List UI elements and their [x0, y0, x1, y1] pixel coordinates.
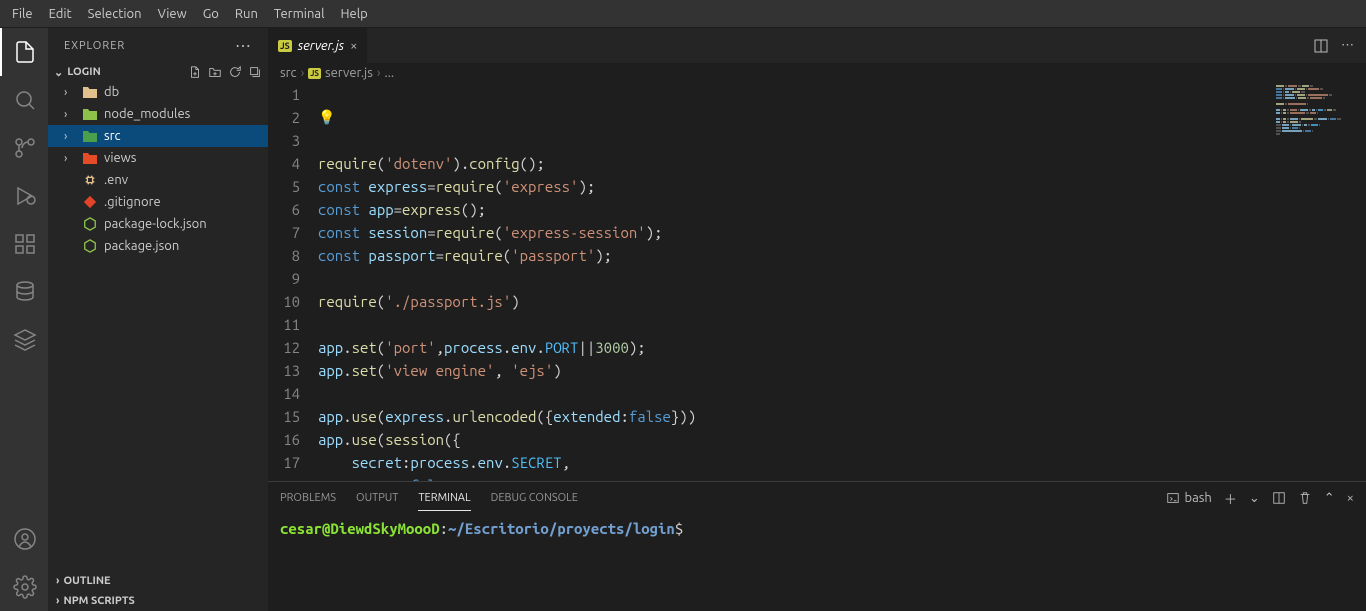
terminal-user: cesar@DiewdSkyMoooD [280, 520, 440, 537]
code-editor[interactable]: 1234567891011121314151617 💡 require('dot… [268, 83, 1366, 481]
breadcrumb-item[interactable]: src [280, 66, 297, 80]
tree-item-package-lock-json[interactable]: package-lock.json [48, 213, 268, 235]
collapse-all-icon[interactable] [248, 65, 262, 79]
terminal-path: ~/Escritorio/proyects/login [448, 520, 675, 537]
layers-icon[interactable] [0, 316, 48, 364]
source-control-icon[interactable] [0, 124, 48, 172]
extensions-icon[interactable] [0, 220, 48, 268]
activity-bar [0, 28, 48, 611]
close-panel-icon[interactable]: × [1347, 491, 1354, 505]
tab-label: server.js [298, 39, 344, 53]
terminal-dropdown-icon[interactable]: ⌄ [1249, 491, 1260, 506]
tree-item--env[interactable]: .env [48, 169, 268, 191]
new-terminal-icon[interactable]: ＋ [1224, 489, 1237, 508]
tree-item-views[interactable]: ›views [48, 147, 268, 169]
editor-area: JS server.js × ⋯ src › JS server.js › ..… [268, 28, 1366, 611]
split-terminal-icon[interactable] [1272, 491, 1286, 505]
menu-terminal[interactable]: Terminal [266, 3, 333, 25]
chevron-up-icon[interactable]: ⌃ [1324, 491, 1335, 506]
chevron-right-icon: › [56, 595, 59, 607]
npm-scripts-label: NPM SCRIPTS [63, 595, 134, 607]
account-icon[interactable] [0, 515, 48, 563]
refresh-icon[interactable] [228, 65, 242, 79]
outline-label: OUTLINE [63, 575, 110, 587]
sidebar: EXPLORER ⋯ ⌄ LOGIN ›db›node_modules›src›… [48, 28, 268, 611]
npm-scripts-section[interactable]: › NPM SCRIPTS [48, 591, 268, 611]
menu-selection[interactable]: Selection [80, 3, 150, 25]
breadcrumb-item[interactable]: server.js [325, 66, 373, 80]
more-icon[interactable]: ⋯ [1341, 38, 1354, 53]
workspace-folder-name: LOGIN [67, 66, 101, 78]
shell-name: bash [1184, 491, 1211, 505]
new-folder-icon[interactable] [208, 65, 222, 79]
tree-item-node_modules[interactable]: ›node_modules [48, 103, 268, 125]
menu-run[interactable]: Run [227, 3, 266, 25]
terminal[interactable]: cesar@DiewdSkyMoooD:~/Escritorio/proyect… [268, 514, 1366, 611]
shell-indicator[interactable]: bash [1166, 491, 1211, 505]
explorer-icon[interactable] [0, 28, 48, 76]
settings-icon[interactable] [0, 563, 48, 611]
editor-tabs: JS server.js × ⋯ [268, 28, 1366, 63]
panel-tab-problems[interactable]: PROBLEMS [280, 486, 336, 510]
menu-go[interactable]: Go [195, 3, 227, 25]
sidebar-more-icon[interactable]: ⋯ [235, 36, 252, 55]
trash-icon[interactable] [1298, 491, 1312, 505]
lightbulb-icon[interactable]: 💡 [318, 106, 335, 129]
menu-help[interactable]: Help [332, 3, 375, 25]
js-icon: JS [308, 68, 321, 79]
panel-tab-debug-console[interactable]: DEBUG CONSOLE [491, 486, 578, 510]
outline-section[interactable]: › OUTLINE [48, 571, 268, 591]
breadcrumb-item[interactable]: ... [385, 66, 395, 80]
panel-tab-output[interactable]: OUTPUT [356, 486, 398, 510]
new-file-icon[interactable] [188, 65, 202, 79]
split-editor-icon[interactable] [1313, 38, 1329, 54]
database-icon[interactable] [0, 268, 48, 316]
tree-item--gitignore[interactable]: .gitignore [48, 191, 268, 213]
run-debug-icon[interactable] [0, 172, 48, 220]
tab-server-js[interactable]: JS server.js × [268, 28, 368, 63]
menu-view[interactable]: View [150, 3, 195, 25]
menu-edit[interactable]: Edit [41, 3, 80, 25]
breadcrumb[interactable]: src › JS server.js › ... [268, 63, 1366, 83]
tree-item-package-json[interactable]: package.json [48, 235, 268, 257]
bottom-panel: PROBLEMS OUTPUT TERMINAL DEBUG CONSOLE bash… [268, 481, 1366, 611]
menubar: FileEditSelectionViewGoRunTerminalHelp [0, 0, 1366, 28]
search-icon[interactable] [0, 76, 48, 124]
close-icon[interactable]: × [350, 39, 357, 53]
js-icon: JS [278, 40, 292, 52]
workspace-folder-header[interactable]: ⌄ LOGIN [48, 63, 268, 81]
sidebar-title: EXPLORER [64, 40, 125, 52]
tree-item-src[interactable]: ›src [48, 125, 268, 147]
terminal-prompt: $ [675, 520, 683, 537]
tree-item-db[interactable]: ›db [48, 81, 268, 103]
panel-tab-terminal[interactable]: TERMINAL [418, 486, 470, 511]
chevron-down-icon: ⌄ [54, 66, 63, 79]
menu-file[interactable]: File [4, 3, 41, 25]
chevron-right-icon: › [56, 575, 59, 587]
